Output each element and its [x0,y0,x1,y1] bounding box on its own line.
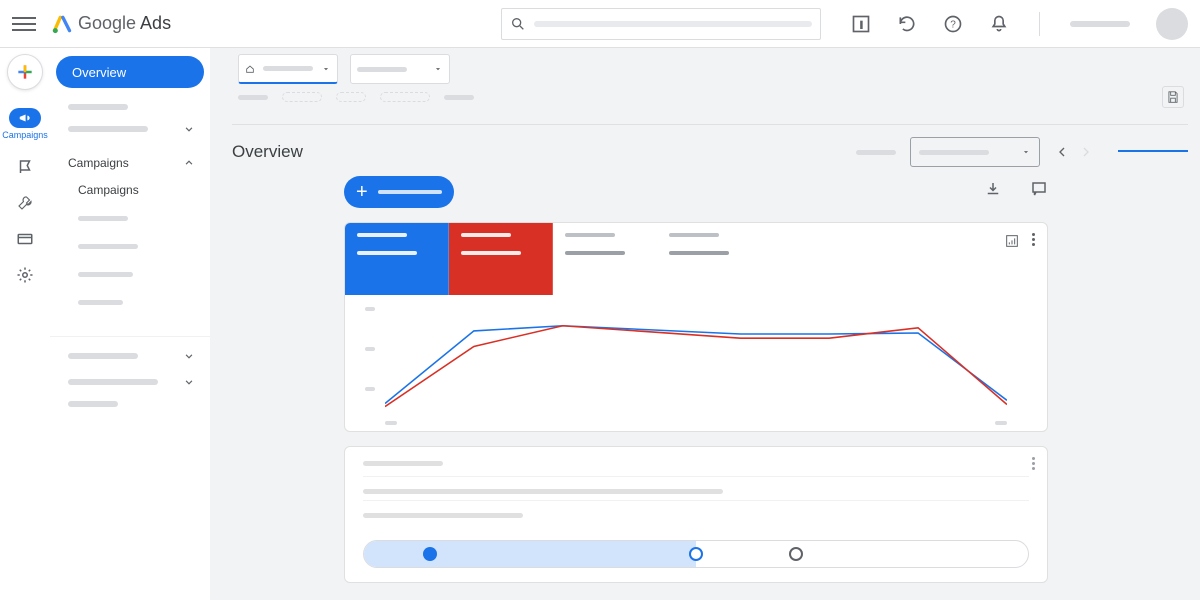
rail-campaigns[interactable]: Campaigns [0,108,50,140]
active-tab-indicator [1118,150,1188,152]
home-icon [245,64,255,74]
nav-item[interactable] [50,98,210,116]
left-rail: Campaigns [0,48,50,600]
chevron-down-icon [182,122,196,136]
plus-icon [15,62,35,82]
caret-down-icon [1021,147,1031,157]
feedback-icon[interactable] [1030,180,1048,198]
rail-campaigns-label: Campaigns [2,130,48,140]
performance-chart-card [344,222,1048,432]
step-dot [789,547,803,561]
nav-campaigns-sub[interactable]: Campaigns [50,176,210,204]
more-menu-icon[interactable] [1032,457,1035,470]
step-dot [689,547,703,561]
expand-chart-icon[interactable] [1004,233,1020,249]
main-content: + [344,176,1048,583]
nav-campaigns[interactable]: Campaigns [50,150,210,176]
app-header: Google Ads ? [0,0,1200,48]
caret-down-icon [321,64,331,74]
nav-item[interactable] [50,260,210,288]
menu-icon[interactable] [12,12,36,36]
save-view-button[interactable] [1162,86,1184,108]
page-title: Overview [232,142,303,162]
nav-item[interactable] [50,395,210,413]
nav-item[interactable] [50,343,210,369]
line-chart [385,305,1007,409]
create-button[interactable] [7,54,43,90]
svg-text:?: ? [950,19,956,30]
campaign-selector[interactable] [350,54,450,84]
header-actions: ? [851,8,1188,40]
status-card [344,446,1048,583]
metric-tab[interactable] [657,223,761,295]
search-input[interactable] [501,8,821,40]
nav-item[interactable] [50,232,210,260]
download-icon[interactable] [984,180,1002,198]
metric-tabs [345,223,1047,295]
chevron-down-icon [182,349,196,363]
new-campaign-button[interactable]: + [344,176,454,208]
more-menu-icon[interactable] [1032,233,1035,246]
floppy-icon [1166,90,1180,104]
metric-tab[interactable] [449,223,553,295]
megaphone-icon [18,111,32,125]
step-dot [423,547,437,561]
notifications-icon[interactable] [989,14,1009,34]
search-icon [510,16,526,32]
progress-stepper [363,540,1029,568]
reports-icon[interactable] [851,14,871,34]
account-name-placeholder[interactable] [1070,21,1130,27]
metric-tab[interactable] [553,223,657,295]
nav-item[interactable] [50,116,210,142]
avatar[interactable] [1156,8,1188,40]
settings-icon[interactable] [16,266,34,284]
nav-item[interactable] [50,369,210,395]
caret-down-icon [433,64,443,74]
help-icon[interactable]: ? [943,14,963,34]
breadcrumb [238,92,474,102]
next-period-button [1078,144,1094,160]
billing-icon[interactable] [16,230,34,248]
overview-header-row: Overview [232,124,1188,167]
chevron-up-icon [182,156,196,170]
logo-text: Google Ads [78,13,171,34]
refresh-icon[interactable] [897,14,917,34]
nav-item[interactable] [50,204,210,232]
goals-icon[interactable] [16,158,34,176]
account-selector[interactable] [238,54,338,84]
scope-selectors [238,54,450,84]
logo[interactable]: Google Ads [52,13,171,34]
nav-item[interactable] [50,288,210,316]
date-range-selector[interactable] [910,137,1040,167]
metric-tab[interactable] [345,223,449,295]
side-nav: Overview Campaigns Campaigns [50,48,210,600]
chevron-down-icon [182,375,196,389]
google-ads-logo-icon [52,14,72,34]
prev-period-button[interactable] [1054,144,1070,160]
chart-area [345,295,1047,431]
tools-icon[interactable] [16,194,34,212]
nav-overview[interactable]: Overview [56,56,204,88]
plus-icon: + [356,181,368,204]
